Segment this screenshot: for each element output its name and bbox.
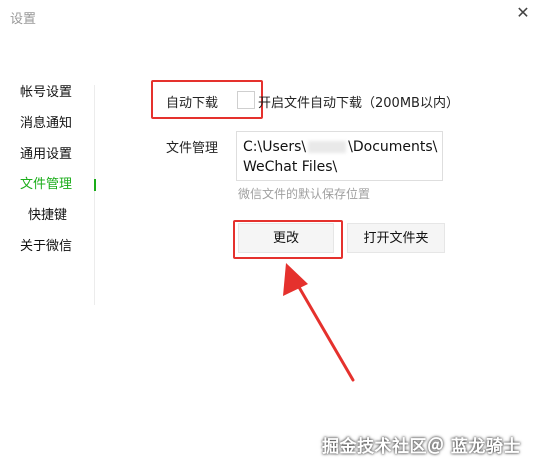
annotation-arrow [283,263,355,382]
watermark: 掘金技术社区＠ 蓝龙骑士 [322,437,521,457]
annotation-arrow-shaft [294,280,355,382]
annotation-arrow-head [283,263,308,296]
